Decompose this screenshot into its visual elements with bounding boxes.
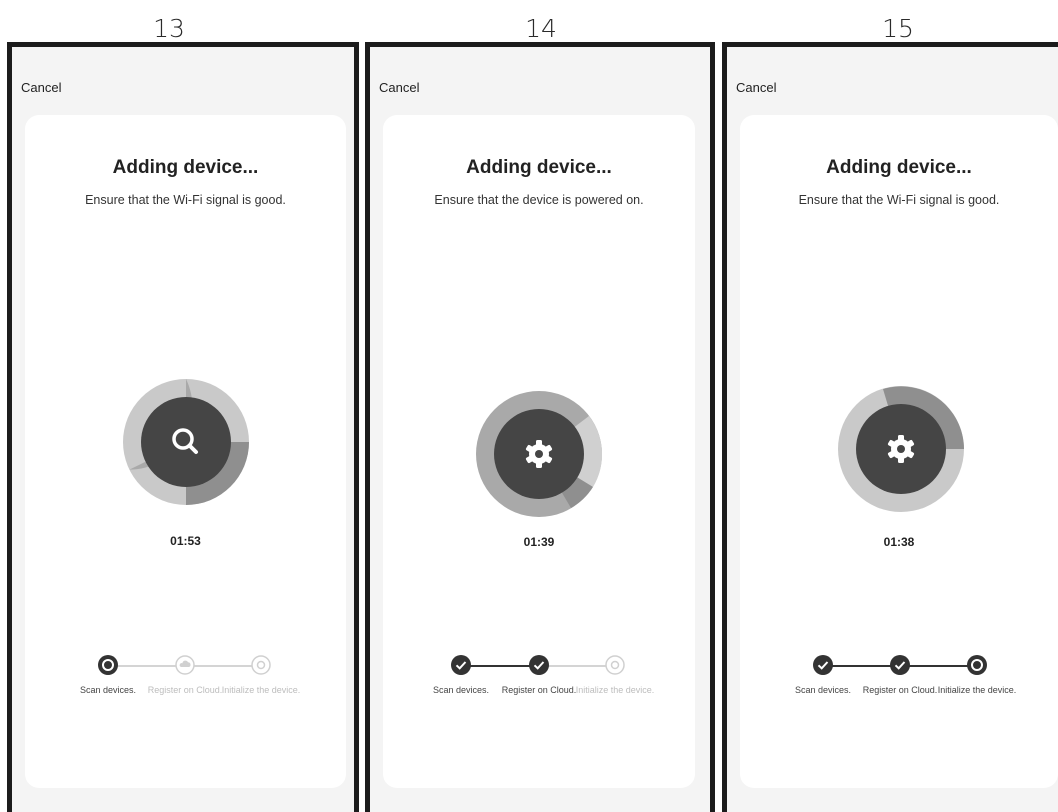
check-icon xyxy=(529,655,549,675)
step-number-15: 15 xyxy=(882,14,914,43)
check-icon xyxy=(890,655,910,675)
stepper-line-pending xyxy=(543,665,613,667)
step-label-scan: Scan devices. xyxy=(794,685,852,695)
gear-icon xyxy=(887,435,915,463)
step-active-icon xyxy=(967,655,987,675)
step-number-13: 13 xyxy=(153,14,185,43)
cancel-button[interactable]: Cancel xyxy=(736,80,776,95)
hint-text: Ensure that the device is powered on. xyxy=(434,193,644,207)
gear-icon xyxy=(525,440,553,468)
init-step-icon xyxy=(605,655,625,675)
page-title: Adding device... xyxy=(826,157,972,178)
page-title: Adding device... xyxy=(112,157,259,178)
step-number-14: 14 xyxy=(525,14,557,43)
step-label-register: Register on Cloud. xyxy=(501,685,577,695)
progress-ring xyxy=(476,391,602,517)
step-label-initialize: Initialize the device. xyxy=(575,685,655,695)
adding-device-card: Adding device... Ensure that the device … xyxy=(383,115,695,788)
cloud-step-icon xyxy=(175,655,195,675)
search-icon xyxy=(172,428,198,454)
hint-text: Ensure that the Wi-Fi signal is good. xyxy=(798,193,1000,207)
check-icon xyxy=(813,655,833,675)
phone-screen-14: Cancel Adding device... Ensure that the … xyxy=(365,42,715,812)
step-label-register: Register on Cloud. xyxy=(147,685,223,695)
progress-ring xyxy=(838,386,964,512)
countdown-timer: 01:53 xyxy=(170,534,201,548)
step-active-icon xyxy=(98,655,118,675)
phone-screen-13: Cancel Adding device... Ensure that the … xyxy=(7,42,359,812)
page-title: Adding device... xyxy=(466,157,612,178)
adding-device-card: Adding device... Ensure that the Wi-Fi s… xyxy=(25,115,346,788)
step-label-scan: Scan devices. xyxy=(432,685,490,695)
step-label-initialize: Initialize the device. xyxy=(221,685,301,695)
countdown-timer: 01:38 xyxy=(883,535,915,549)
hint-text: Ensure that the Wi-Fi signal is good. xyxy=(85,193,286,207)
adding-device-card: Adding device... Ensure that the Wi-Fi s… xyxy=(740,115,1058,788)
countdown-timer: 01:39 xyxy=(523,535,555,549)
check-icon xyxy=(451,655,471,675)
cancel-button[interactable]: Cancel xyxy=(379,80,419,95)
phone-screen-15: Cancel Adding device... Ensure that the … xyxy=(722,42,1058,812)
step-label-scan: Scan devices. xyxy=(79,685,137,695)
cancel-button[interactable]: Cancel xyxy=(21,80,61,95)
init-step-icon xyxy=(251,655,271,675)
step-label-initialize: Initialize the device. xyxy=(937,685,1017,695)
step-label-register: Register on Cloud. xyxy=(862,685,938,695)
progress-ring xyxy=(123,379,249,505)
